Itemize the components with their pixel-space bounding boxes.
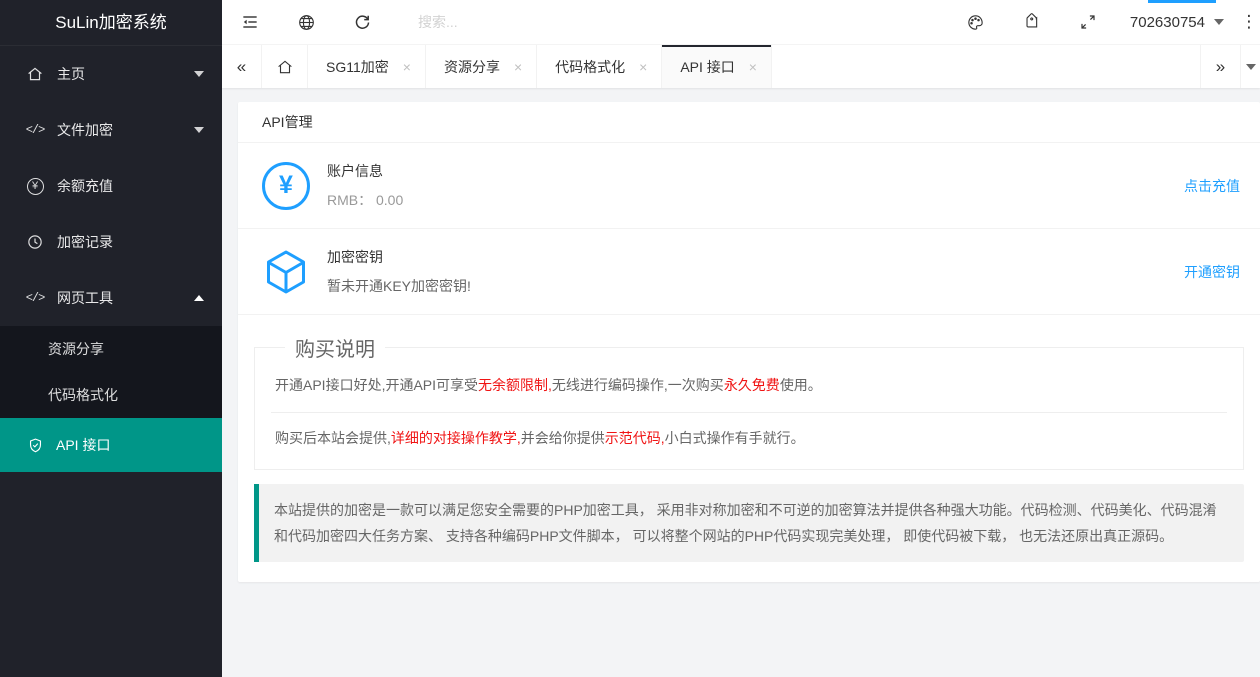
product-description-quote: 本站提供的加密是一款可以满足您安全需要的PHP加密工具， 采用非对称加密和不可逆… xyxy=(254,484,1244,562)
sidebar-item-label: 加密记录 xyxy=(57,232,113,252)
topbar: 702630754 ⋮ xyxy=(222,0,1260,45)
sidebar-item-label: 文件加密 xyxy=(57,120,113,140)
user-menu[interactable]: 702630754 xyxy=(1116,0,1238,45)
chevron-down-icon xyxy=(1214,19,1224,25)
tabs-scroll-right-button[interactable]: » xyxy=(1200,45,1240,88)
refresh-button[interactable] xyxy=(334,0,390,45)
close-icon[interactable]: × xyxy=(403,59,411,75)
purchase-legend: 购买说明 xyxy=(285,333,385,362)
key-status: 暂未开通KEY加密密钥! xyxy=(327,276,471,296)
purchase-line-2: 购买后本站会提供,详细的对接操作教学,并会给你提供示范代码,小白式操作有手就行。 xyxy=(275,427,1223,451)
activate-key-link[interactable]: 开通密钥 xyxy=(1184,262,1240,282)
key-info-row: 加密密钥 暂未开通KEY加密密钥! 开通密钥 xyxy=(238,229,1260,315)
key-title: 加密密钥 xyxy=(327,247,471,267)
account-balance: RMB： 0.00 xyxy=(327,190,403,210)
tag-button[interactable] xyxy=(1004,0,1060,45)
sidebar-item-home[interactable]: 主页 xyxy=(0,46,222,102)
tab-code-format[interactable]: 代码格式化 × xyxy=(537,45,662,88)
search-input[interactable] xyxy=(418,14,718,30)
page-title: API管理 xyxy=(238,102,1260,143)
tab-label: 代码格式化 xyxy=(555,57,625,77)
kebab-menu-icon[interactable]: ⋮ xyxy=(1238,0,1260,45)
sidebar-item-label: 余额充值 xyxy=(57,176,113,196)
chevron-up-icon xyxy=(194,295,204,301)
shield-check-icon xyxy=(24,437,46,454)
tag-icon xyxy=(1022,13,1041,32)
theme-button[interactable] xyxy=(948,0,1004,45)
tabs-scroll-left-button[interactable]: « xyxy=(222,45,262,88)
sidebar-item-label: 资源分享 xyxy=(48,339,104,359)
sidebar-item-code-format[interactable]: 代码格式化 xyxy=(0,372,222,418)
yen-circle-icon: ¥ xyxy=(262,162,310,210)
home-icon xyxy=(276,58,294,76)
code-icon: </> xyxy=(24,123,46,137)
account-info-text: 账户信息 RMB： 0.00 xyxy=(327,161,403,210)
fullscreen-icon xyxy=(1079,13,1097,31)
sidebar-item-resource-share[interactable]: 资源分享 xyxy=(0,326,222,372)
tab-label: 资源分享 xyxy=(444,57,500,77)
sidebar-item-api[interactable]: API 接口 xyxy=(0,418,222,472)
tab-sg11[interactable]: SG11加密 × xyxy=(308,45,426,88)
clock-icon xyxy=(24,233,46,251)
close-icon[interactable]: × xyxy=(514,59,522,75)
palette-icon xyxy=(966,13,985,32)
sidebar-item-recharge[interactable]: ¥ 余额充值 xyxy=(0,158,222,214)
sidebar-item-file-encrypt[interactable]: </> 文件加密 xyxy=(0,102,222,158)
tabs-menu-button[interactable] xyxy=(1240,45,1260,88)
divider xyxy=(271,412,1227,413)
sidebar-item-label: 网页工具 xyxy=(57,288,113,308)
sidebar-item-label: 主页 xyxy=(57,64,85,84)
sidebar-item-label: API 接口 xyxy=(56,435,110,455)
account-info-row: ¥ 账户信息 RMB： 0.00 点击充值 xyxy=(238,143,1260,229)
refresh-icon xyxy=(353,13,372,32)
language-button[interactable] xyxy=(278,0,334,45)
fullscreen-button[interactable] xyxy=(1060,0,1116,45)
app-title: SuLin加密系统 xyxy=(0,0,222,46)
globe-icon xyxy=(297,13,316,32)
chevron-down-icon xyxy=(194,127,204,133)
topbar-right-group: 702630754 ⋮ xyxy=(948,0,1260,45)
sidebar-submenu: 资源分享 代码格式化 API 接口 xyxy=(0,326,222,472)
main-content: API管理 ¥ 账户信息 RMB： 0.00 点击充值 加密密钥 暂未开通KEY… xyxy=(238,102,1260,582)
yen-circle-icon: ¥ xyxy=(24,178,46,195)
home-icon xyxy=(24,65,46,83)
code-icon: </> xyxy=(24,291,46,305)
tab-home[interactable] xyxy=(262,45,308,88)
close-icon[interactable]: × xyxy=(749,59,757,75)
cube-icon xyxy=(262,248,310,296)
user-id: 702630754 xyxy=(1130,14,1205,31)
recharge-link[interactable]: 点击充值 xyxy=(1184,176,1240,196)
tabbar: « SG11加密 × 资源分享 × 代码格式化 × API 接口 × » xyxy=(222,45,1260,88)
sidebar-collapse-button[interactable] xyxy=(222,0,278,45)
chevron-down-icon xyxy=(1246,64,1256,70)
account-title: 账户信息 xyxy=(327,161,403,181)
progress-bar xyxy=(1148,0,1216,3)
tabbar-spacer xyxy=(772,45,1200,88)
close-icon[interactable]: × xyxy=(639,59,647,75)
purchase-line-1: 开通API接口好处,开通API可享受无余额限制,无线进行编码操作,一次购买永久免… xyxy=(275,374,1223,398)
sidebar-item-label: 代码格式化 xyxy=(48,385,118,405)
chevron-down-icon xyxy=(194,71,204,77)
tab-api[interactable]: API 接口 × xyxy=(662,45,772,88)
sidebar: SuLin加密系统 主页 </> 文件加密 ¥ 余额充值 加密记录 </> 网页… xyxy=(0,0,222,677)
tab-resource-share[interactable]: 资源分享 × xyxy=(426,45,537,88)
key-info-text: 加密密钥 暂未开通KEY加密密钥! xyxy=(327,247,471,296)
tab-label: SG11加密 xyxy=(326,57,389,77)
tab-label: API 接口 xyxy=(680,57,734,77)
sidebar-item-web-tools[interactable]: </> 网页工具 xyxy=(0,270,222,326)
sidebar-item-records[interactable]: 加密记录 xyxy=(0,214,222,270)
purchase-instructions: 购买说明 开通API接口好处,开通API可享受无余额限制,无线进行编码操作,一次… xyxy=(254,333,1244,470)
collapse-icon xyxy=(240,12,260,32)
